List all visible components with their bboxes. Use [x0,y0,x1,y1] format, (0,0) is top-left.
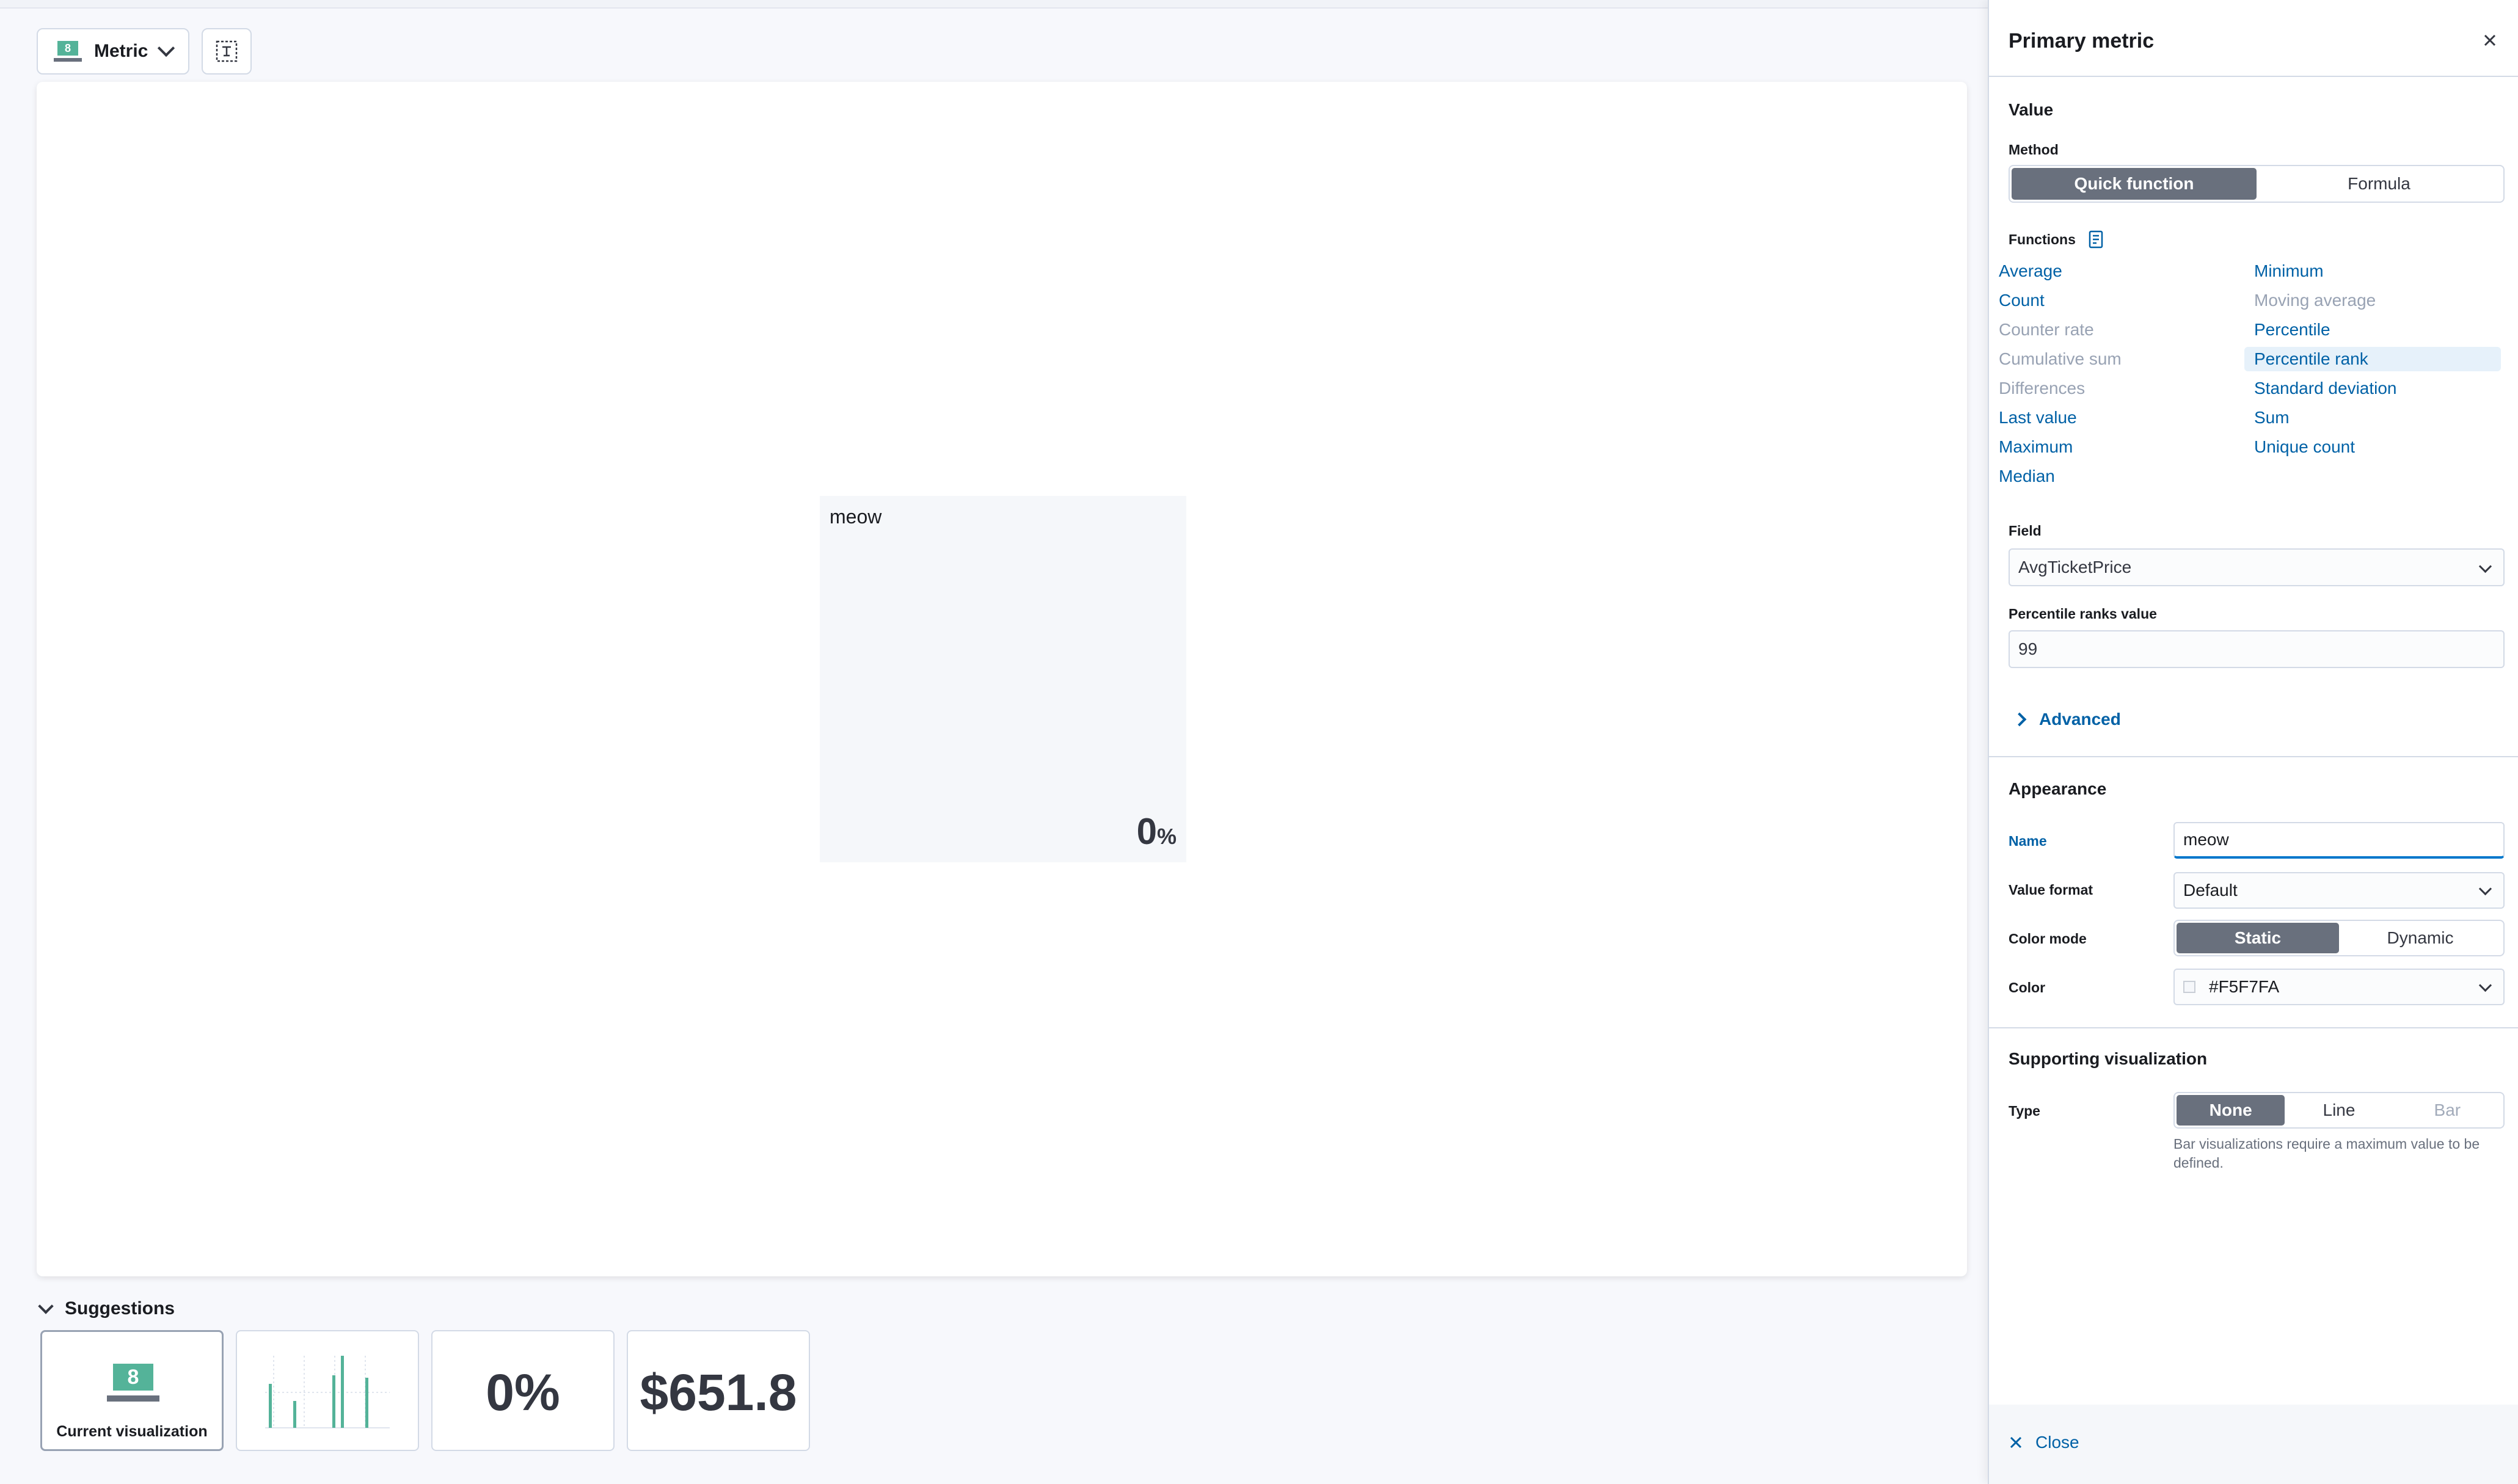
color-mode-static[interactable]: Static [2177,923,2339,953]
flyout-title: Primary metric [2009,29,2155,53]
suggestion-bar-chart[interactable] [236,1330,419,1451]
bar-chart-icon [265,1356,390,1428]
close-label: Close [2035,1433,2079,1452]
color-mode-label: Color mode [2009,931,2087,947]
metric-value: 0% [1136,811,1177,852]
documentation-icon[interactable] [2087,230,2105,249]
color-mode-dynamic[interactable]: Dynamic [2339,923,2502,953]
function-counter-rate: Counter rate [1999,320,2094,339]
functions-label: Functions [2009,231,2076,247]
name-input-value: meow [2183,830,2229,849]
supporting-visualization-heading: Supporting visualization [2009,1049,2208,1068]
percentile-ranks-input[interactable]: 99 [2009,630,2505,668]
suggestion-value: 0% [486,1364,560,1421]
function-maximum[interactable]: Maximum [1989,435,2082,459]
divider [1989,1027,2518,1028]
type-help-text: Bar visualizations require a maximum val… [2173,1136,2480,1171]
chevron-down-icon [2478,559,2492,573]
suggestion-value: $651.8 [640,1364,797,1421]
advanced-label: Advanced [2039,710,2121,729]
method-formula[interactable]: Formula [2257,168,2502,200]
suggestion-current-visualization[interactable]: 8 Current visualization [40,1330,224,1451]
function-minimum[interactable]: Minimum [2244,259,2334,283]
type-none[interactable]: None [2177,1095,2285,1126]
suggestions-toggle[interactable]: Suggestions [38,1298,175,1319]
color-swatch [2183,981,2195,993]
field-select-value: AvgTicketPrice [2018,558,2132,577]
type-line[interactable]: Line [2285,1095,2393,1126]
fullscreen-button[interactable] [202,28,252,75]
method-quick-function[interactable]: Quick function [2012,168,2257,200]
function-differences: Differences [1999,379,2086,398]
supporting-type-toggle: None Line Bar [2173,1092,2505,1129]
function-last-value[interactable]: Last value [1989,406,2087,430]
visualization-type-label: Metric [94,41,148,61]
suggestion-caption: Current visualization [56,1423,208,1440]
workspace-canvas: meow 0% [37,82,1967,1276]
chevron-down-icon [158,39,175,57]
top-header-strip [0,0,1988,9]
percentile-ranks-value: 99 [2018,639,2038,658]
visualization-type-switcher[interactable]: 8 Metric [37,28,189,75]
primary-metric-flyout: Primary metric Value Method Quick functi… [1988,0,2518,1484]
value-section-heading: Value [2009,100,2054,119]
suggestions-heading: Suggestions [65,1298,175,1319]
chevron-down-icon [2478,882,2492,896]
appearance-section-heading: Appearance [2009,779,2107,798]
function-unique-count[interactable]: Unique count [2244,435,2365,459]
value-format-value: Default [2183,881,2238,900]
advanced-toggle[interactable]: Advanced [2009,710,2121,729]
close-icon [2010,1436,2022,1449]
divider [1989,756,2518,757]
metric-unit: % [1156,824,1177,849]
percentile-ranks-label: Percentile ranks value [2009,606,2157,622]
function-standard-deviation[interactable]: Standard deviation [2244,376,2407,401]
field-label: Field [2009,523,2042,539]
name-input[interactable]: meow [2173,822,2505,859]
method-label: Method [2009,142,2059,158]
function-percentile-rank[interactable]: Percentile rank [2244,347,2501,371]
function-cumulative-sum: Cumulative sum [1999,349,2122,368]
functions-label-row: Functions [2009,230,2105,249]
color-picker[interactable]: #F5F7FA [2173,969,2505,1005]
metric-vis-icon: 8 [54,41,82,62]
field-select[interactable]: AvgTicketPrice [2009,548,2505,586]
type-label: Type [2009,1103,2040,1119]
type-bar: Bar [2434,1100,2461,1119]
method-toggle: Quick function Formula [2009,165,2505,203]
close-button[interactable]: Close [2009,1433,2079,1452]
suggestion-metric-avg-price[interactable]: $651.8 [627,1330,810,1451]
value-format-label: Value format [2009,882,2093,898]
fullscreen-icon [216,40,238,62]
suggestion-metric-percent[interactable]: 0% [431,1330,615,1451]
function-average[interactable]: Average [1989,259,2072,283]
function-percentile[interactable]: Percentile [2244,318,2340,342]
function-count[interactable]: Count [1989,288,2054,313]
color-value: #F5F7FA [2209,977,2280,996]
color-mode-toggle: Static Dynamic [2173,920,2505,956]
close-icon[interactable] [2481,32,2498,49]
value-format-select[interactable]: Default [2173,872,2505,909]
chevron-down-icon [38,1298,54,1314]
name-label: Name [2009,833,2047,849]
function-median[interactable]: Median [1989,464,2065,489]
color-label: Color [2009,980,2046,995]
metric-tile[interactable]: meow 0% [820,496,1186,862]
chevron-right-icon [2012,712,2027,727]
flyout-footer: Close [1989,1405,2518,1484]
function-sum[interactable]: Sum [2244,406,2299,430]
divider [1989,76,2518,77]
chevron-down-icon [2478,978,2492,992]
metric-title: meow [830,506,882,528]
function-moving-average: Moving average [2254,291,2376,310]
metric-vis-icon: 8 [107,1364,159,1402]
